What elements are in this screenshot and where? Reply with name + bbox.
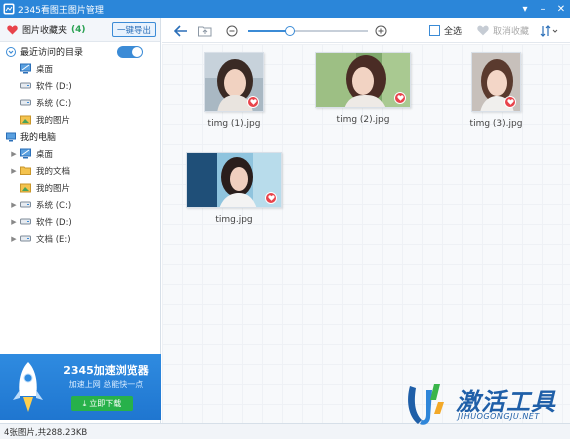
dropdown-icon[interactable]: ▾ bbox=[516, 0, 534, 18]
zoom-slider-fill bbox=[248, 30, 290, 32]
image-name: timg (1).jpg bbox=[207, 119, 261, 129]
watermark: 激活工具 JIHUOGONGJU.NET bbox=[400, 378, 570, 430]
computer-icon bbox=[6, 132, 16, 141]
image-card[interactable]: timg.jpg bbox=[182, 152, 286, 225]
checkbox-icon bbox=[429, 25, 440, 36]
rocket-icon bbox=[13, 362, 43, 412]
computer-label: 我的电脑 bbox=[20, 133, 57, 143]
watermark-url: JIHUOGONGJU.NET bbox=[458, 412, 540, 421]
computer-item-label: 桌面 bbox=[36, 149, 54, 160]
computer-item-drive-c[interactable]: ▶ 系统 (C:) bbox=[0, 196, 161, 213]
computer-item-label: 我的图片 bbox=[36, 183, 71, 194]
back-icon[interactable] bbox=[174, 23, 188, 38]
recent-item-drive-d[interactable]: 软件 (D:) bbox=[0, 77, 161, 94]
status-text: 4张图片,共288.23KB bbox=[4, 427, 88, 438]
browser-ad-banner[interactable]: 2345加速浏览器 加速上网 总能快一点 ⤓ 立即下载 bbox=[0, 354, 161, 420]
favorite-badge-icon[interactable] bbox=[265, 192, 277, 204]
recent-item-label: 桌面 bbox=[36, 64, 54, 75]
favorite-badge-icon[interactable] bbox=[504, 96, 516, 108]
computer-item-drive-e[interactable]: ▶ 文档 (E:) bbox=[0, 230, 161, 247]
drive-icon bbox=[20, 235, 31, 242]
image-thumbnail[interactable] bbox=[186, 152, 282, 208]
recent-toggle[interactable] bbox=[117, 46, 143, 58]
recent-item-desktop[interactable]: 桌面 bbox=[0, 60, 161, 77]
recent-item-drive-c[interactable]: 系统 (C:) bbox=[0, 94, 161, 111]
computer-item-desktop[interactable]: ▶ 桌面 bbox=[0, 145, 161, 162]
computer-header[interactable]: 我的电脑 bbox=[0, 128, 161, 145]
image-thumbnail[interactable] bbox=[471, 52, 521, 112]
computer-item-documents[interactable]: ▶ 我的文档 bbox=[0, 162, 161, 179]
image-card[interactable]: timg (3).jpg bbox=[458, 52, 534, 129]
collapse-icon[interactable] bbox=[6, 46, 16, 57]
zoom-slider[interactable] bbox=[248, 26, 368, 36]
image-thumbnail[interactable] bbox=[204, 52, 264, 112]
unfavorite-label: 取消收藏 bbox=[493, 27, 530, 37]
recent-label: 最近访问的目录 bbox=[20, 48, 84, 58]
computer-section: 我的电脑 ▶ 桌面 ▶ 我的文档 我的图片 ▶ 系统 (C:) ▶ 软件 (D:… bbox=[0, 128, 161, 247]
drive-icon bbox=[20, 218, 31, 225]
app-logo-icon bbox=[3, 3, 15, 15]
computer-item-label: 软件 (D:) bbox=[36, 217, 72, 228]
computer-item-drive-d[interactable]: ▶ 软件 (D:) bbox=[0, 213, 161, 230]
desktop-icon bbox=[20, 63, 31, 74]
image-name: timg (3).jpg bbox=[469, 119, 523, 129]
title-bar: 2345看图王图片管理 ▾ – ✕ bbox=[0, 0, 570, 18]
expand-arrow-icon[interactable]: ▶ bbox=[10, 167, 18, 175]
expand-arrow-icon[interactable]: ▶ bbox=[10, 235, 18, 243]
computer-item-label: 系统 (C:) bbox=[36, 200, 72, 211]
image-thumbnail[interactable] bbox=[315, 52, 411, 108]
minimize-icon[interactable]: – bbox=[534, 0, 552, 18]
folder-icon bbox=[20, 166, 31, 175]
recent-item-label: 我的图片 bbox=[36, 115, 71, 126]
recent-item-label: 系统 (C:) bbox=[36, 98, 72, 109]
zoom-out-icon[interactable] bbox=[226, 23, 238, 38]
image-card[interactable]: timg (1).jpg bbox=[188, 52, 280, 129]
zoom-in-icon[interactable] bbox=[375, 23, 387, 38]
image-name: timg (2).jpg bbox=[336, 115, 390, 125]
recent-item-pictures[interactable]: 我的图片 bbox=[0, 111, 161, 128]
pictures-icon bbox=[20, 183, 31, 193]
download-icon: ⤓ bbox=[82, 398, 87, 408]
select-all-checkbox[interactable]: 全选 bbox=[429, 23, 462, 38]
desktop-icon bbox=[20, 148, 31, 159]
expand-arrow-icon[interactable]: ▶ bbox=[10, 218, 18, 226]
sidebar: 图片收藏夹 (4) 一键导出 最近访问的目录 桌面 软件 (D:) 系统 (C:… bbox=[0, 18, 161, 423]
export-button[interactable]: 一键导出 bbox=[112, 22, 156, 37]
watermark-logo-icon bbox=[408, 384, 444, 425]
download-label: 立即下载 bbox=[89, 399, 122, 408]
export-folder-icon[interactable] bbox=[198, 23, 212, 38]
recent-header[interactable]: 最近访问的目录 bbox=[0, 43, 161, 60]
unfavorite-button[interactable]: 取消收藏 bbox=[477, 23, 529, 38]
ad-subtitle: 加速上网 总能快一点 bbox=[68, 380, 144, 389]
toolbar: 全选 取消收藏 bbox=[162, 18, 570, 43]
image-card[interactable]: timg (2).jpg bbox=[308, 52, 418, 125]
zoom-slider-knob[interactable] bbox=[285, 26, 295, 36]
heart-icon bbox=[7, 25, 18, 34]
image-grid: timg (1).jpg timg (2).jpg timg (3).jpg t… bbox=[162, 44, 570, 423]
close-icon[interactable]: ✕ bbox=[552, 0, 570, 18]
drive-icon bbox=[20, 82, 31, 89]
favorite-badge-icon[interactable] bbox=[394, 92, 406, 104]
download-button[interactable]: ⤓ 立即下载 bbox=[71, 396, 133, 411]
pictures-icon bbox=[20, 115, 31, 125]
drive-icon bbox=[20, 99, 31, 106]
recent-section: 最近访问的目录 桌面 软件 (D:) 系统 (C:) 我的图片 bbox=[0, 43, 161, 128]
drive-icon bbox=[20, 201, 31, 208]
favorites-count: (4) bbox=[71, 24, 86, 35]
window-title: 2345看图王图片管理 bbox=[18, 5, 104, 16]
ad-title: 2345加速浏览器 bbox=[63, 364, 149, 377]
favorite-badge-icon[interactable] bbox=[247, 96, 259, 108]
computer-item-label: 文档 (E:) bbox=[36, 234, 71, 245]
sort-icon[interactable] bbox=[540, 23, 558, 38]
expand-arrow-icon[interactable]: ▶ bbox=[10, 201, 18, 209]
favorites-label: 图片收藏夹 bbox=[22, 26, 68, 36]
favorites-header[interactable]: 图片收藏夹 (4) 一键导出 bbox=[0, 18, 160, 42]
recent-item-label: 软件 (D:) bbox=[36, 81, 72, 92]
expand-arrow-icon[interactable]: ▶ bbox=[10, 150, 18, 158]
computer-item-label: 我的文档 bbox=[36, 166, 71, 177]
heart-outline-icon bbox=[477, 25, 489, 36]
computer-item-pictures[interactable]: 我的图片 bbox=[0, 179, 161, 196]
select-all-label: 全选 bbox=[444, 27, 463, 37]
image-name: timg.jpg bbox=[215, 215, 253, 225]
